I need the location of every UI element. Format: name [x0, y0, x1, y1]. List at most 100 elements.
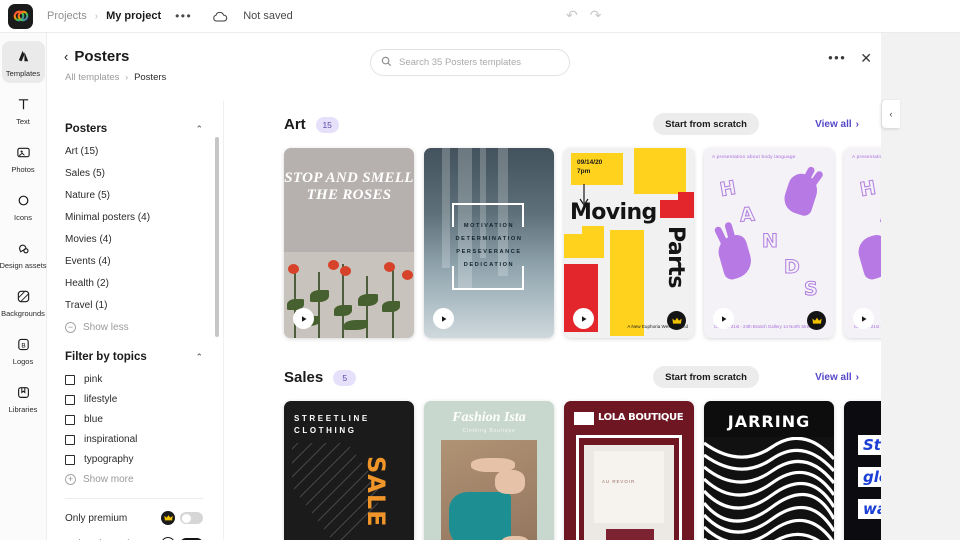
search-bar[interactable] [370, 49, 570, 76]
hands-letter-a: A [739, 204, 755, 227]
card-title-moving: Moving [570, 200, 657, 225]
adobe-express-logo[interactable] [8, 4, 33, 29]
backgrounds-icon [15, 288, 32, 305]
word-perseverance: PERSEVERANCE [424, 246, 554, 259]
section-count-sales: 5 [333, 370, 356, 386]
topic-checkbox-inspirational[interactable]: inspirational [65, 434, 223, 445]
animated-badge [293, 308, 314, 329]
panel-collapse-button[interactable]: ‹ [882, 100, 900, 128]
template-card-hands-body-language[interactable]: A presentation about body language H A N… [704, 148, 834, 338]
word-motivation: MOTIVATION [424, 220, 554, 233]
card-title-roses: STOP AND SMELL THE ROSES [284, 170, 414, 204]
sidebar-item-text[interactable]: Text [2, 89, 45, 131]
card-shirt-text-lola: AU REVOIR [602, 479, 635, 484]
undo-icon[interactable]: ↶ [566, 8, 578, 22]
card-sub-fashion-ista: Clothing Boutique [424, 428, 554, 434]
category-item-art[interactable]: Art (15) [65, 146, 223, 157]
topic-label-pink: pink [84, 374, 102, 385]
section-header-sales: Sales 5 Start from scratch View all › [224, 354, 881, 401]
show-more-label: Show more [83, 474, 134, 485]
cloud-glyph [212, 11, 228, 22]
card-photo-lola: AU REVOIR [584, 445, 674, 540]
template-card-motivation-waterfall[interactable]: MOTIVATION DETERMINATION PERSEVERANCE DE… [424, 148, 554, 338]
sidebar-label-icons: Icons [14, 213, 32, 222]
hands-letter-d: D [784, 256, 800, 278]
view-all-button-sales[interactable]: View all › [815, 366, 859, 388]
project-more-button[interactable]: ••• [175, 9, 192, 23]
sidebar-item-backgrounds[interactable]: Backgrounds [2, 281, 45, 323]
templates-content: Art 15 Start from scratch View all › STO… [224, 101, 881, 540]
topics-chevron-up-icon[interactable]: ⌃ [195, 352, 203, 363]
template-card-lola-boutique[interactable]: LOLA BOUTIQUE AU REVOIR [564, 401, 694, 540]
topic-checkbox-blue[interactable]: blue [65, 414, 223, 425]
topic-checkbox-typography[interactable]: typography [65, 454, 223, 465]
cloud-icon [212, 11, 228, 22]
checkbox-icon [65, 375, 75, 385]
card-title-lola: LOLA BOUTIQUE [598, 412, 683, 423]
template-card-stop-and-smell-the-roses[interactable]: STOP AND SMELL THE ROSES [284, 148, 414, 338]
logo-glyph [13, 8, 29, 24]
sidebar-item-icons[interactable]: Icons [2, 185, 45, 227]
checkbox-icon [65, 395, 75, 405]
topic-checkbox-pink[interactable]: pink [65, 374, 223, 385]
breadcrumb-posters: Posters [134, 72, 166, 83]
templates-panel: ‹ Posters All templates › Posters ••• ✕ [47, 33, 881, 540]
breadcrumb-separator: › [95, 11, 98, 22]
redo-icon[interactable]: ↷ [590, 8, 602, 22]
word-determination: DETERMINATION [424, 233, 554, 246]
category-item-events[interactable]: Events (4) [65, 256, 223, 267]
hands-letter-n: N [762, 230, 778, 252]
template-card-jarring[interactable]: JARRING [704, 401, 834, 540]
template-card-hands-body-language-2[interactable]: A presentation about body language H A O… [844, 148, 881, 338]
view-all-button-art[interactable]: View all › [815, 113, 859, 135]
only-premium-toggle[interactable] [180, 512, 203, 524]
start-from-scratch-button-sales[interactable]: Start from scratch [653, 366, 759, 388]
sidebar-item-templates[interactable]: Templates [2, 41, 45, 83]
category-item-nature[interactable]: Nature (5) [65, 190, 223, 201]
sidebar-item-design-assets[interactable]: Design assets [2, 233, 45, 275]
breadcrumb-chevron-icon: › [125, 73, 128, 82]
template-card-streetline-clothing[interactable]: STREETLINE CLOTHING SALE SOFT VALUES GO … [284, 401, 414, 540]
breadcrumb-all-templates[interactable]: All templates [65, 72, 119, 83]
template-card-moving-parts[interactable]: 09/14/20 7pm Moving Parts A New Euphoria… [564, 148, 694, 338]
sidebar-label-logos: Logos [13, 357, 33, 366]
start-from-scratch-button-art[interactable]: Start from scratch [653, 113, 759, 135]
close-icon[interactable]: ✕ [860, 51, 872, 65]
topic-checkbox-lifestyle[interactable]: lifestyle [65, 394, 223, 405]
sidebar-label-design-assets: Design assets [0, 261, 47, 270]
card-line-global: global [858, 467, 881, 487]
sidebar-item-photos[interactable]: Photos [2, 137, 45, 179]
filters-scrollbar[interactable] [215, 137, 219, 337]
topic-label-blue: blue [84, 414, 103, 425]
category-item-health[interactable]: Health (2) [65, 278, 223, 289]
category-item-travel[interactable]: Travel (1) [65, 300, 223, 311]
view-all-label-art: View all [815, 119, 852, 130]
svg-text:B: B [21, 341, 26, 349]
template-card-stop-global-warming[interactable]: Stop global warming [844, 401, 881, 540]
template-card-fashion-ista[interactable]: Fashion Ista Clothing Boutique [424, 401, 554, 540]
chevron-up-icon[interactable]: ⌃ [195, 124, 203, 135]
text-icon [15, 96, 32, 113]
breadcrumb-projects[interactable]: Projects [47, 10, 87, 22]
search-input[interactable] [399, 57, 559, 68]
card-accent-sale: SALE [362, 456, 390, 528]
word-dedication: DEDICATION [424, 259, 554, 272]
category-item-minimal-posters[interactable]: Minimal posters (4) [65, 212, 223, 223]
category-item-movies[interactable]: Movies (4) [65, 234, 223, 245]
breadcrumb-project-name[interactable]: My project [106, 10, 161, 22]
sidebar-item-logos[interactable]: B Logos [2, 329, 45, 371]
topics-group-title: Filter by topics [65, 351, 147, 363]
premium-badge [807, 311, 826, 330]
design-assets-icon [15, 240, 32, 257]
panel-more-button[interactable]: ••• [828, 50, 846, 65]
hands-letter-h: H [718, 177, 737, 201]
category-group-title: Posters [65, 123, 107, 135]
panel-back-button[interactable]: ‹ Posters [64, 48, 129, 65]
sidebar-item-libraries[interactable]: Libraries [2, 377, 45, 419]
hands-letter-s: S [804, 278, 818, 300]
card-title-streetline: STREETLINE CLOTHING [294, 413, 414, 437]
show-more-button[interactable]: + Show more [65, 474, 223, 485]
category-item-sales[interactable]: Sales (5) [65, 168, 223, 179]
sidebar-label-templates: Templates [6, 69, 40, 78]
show-less-button[interactable]: − Show less [65, 322, 223, 333]
